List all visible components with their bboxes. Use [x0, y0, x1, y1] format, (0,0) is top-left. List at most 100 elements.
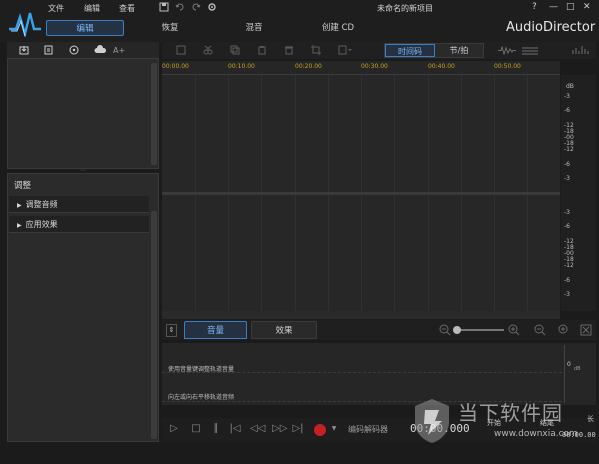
volume-db-value: 0 [567, 361, 571, 368]
insert-dropdown-icon[interactable] [338, 45, 352, 55]
zoom-slider[interactable] [453, 326, 504, 334]
menu-file[interactable]: 文件 [48, 3, 64, 14]
crop-icon[interactable] [311, 45, 321, 55]
paste-icon[interactable] [257, 45, 267, 55]
codec-selector[interactable]: 编码解码器 [348, 424, 388, 435]
zoom-in-icon[interactable] [508, 324, 520, 336]
stop-icon[interactable]: □ [190, 422, 202, 436]
timeline-tick: 00:50.00 [494, 63, 521, 70]
timecode-button[interactable]: 时间码 [385, 44, 435, 57]
timeline-tick: 00:30.00 [361, 63, 388, 70]
timeline-tick: 00:00.00 [162, 63, 189, 70]
font-size-button[interactable]: A+ [113, 46, 125, 55]
db-tick: -3 [564, 93, 570, 100]
help-button[interactable]: ? [532, 2, 537, 12]
adjust-audio-label: 调整音频 [25, 200, 58, 209]
maximize-button[interactable]: □ [566, 2, 575, 12]
tab-volume[interactable]: 音量 [184, 321, 247, 339]
fast-forward-icon[interactable]: ▷▷ [272, 422, 287, 436]
db-tick: -6 [564, 223, 570, 230]
title-bar: 文件 编辑 查看 未命名的新项目 ? — □ ✕ 编辑 恢复 混音 创建 CD … [0, 0, 599, 42]
db-tick: -12 [564, 146, 574, 153]
skip-start-icon[interactable]: |◁ [229, 422, 241, 436]
apply-effects-item[interactable]: ▶ 应用效果 [9, 216, 149, 233]
brand-name: AudioDirector [506, 20, 596, 35]
db-tick: -6 [564, 107, 570, 114]
select-icon[interactable] [176, 45, 186, 55]
volume-row[interactable]: 使用音量键调整轨道音量 [162, 345, 562, 373]
timeline-tick: 00:40.00 [428, 63, 455, 70]
save-icon[interactable] [159, 2, 169, 12]
tab-mix[interactable]: 混音 [234, 20, 274, 36]
delete-icon[interactable] [284, 45, 294, 55]
db-tick: -6 [564, 277, 570, 284]
record-dropdown-icon[interactable]: ▼ [328, 422, 340, 436]
adjust-audio-item[interactable]: ▶ 调整音频 [9, 196, 149, 213]
menu-edit[interactable]: 编辑 [84, 3, 100, 14]
edit-tools [176, 45, 352, 55]
tab-create-cd[interactable]: 创建 CD [314, 20, 362, 36]
watermark-shield-icon [415, 399, 449, 443]
media-library-panel [7, 42, 159, 169]
db-tick: -6 [564, 161, 570, 168]
library-scrollbar[interactable] [151, 63, 157, 165]
quick-toolbar [159, 2, 217, 12]
waveform-view-icon[interactable] [498, 46, 516, 55]
apply-effects-label: 应用效果 [25, 220, 58, 229]
time-format-toggle: 时间码 节/拍 [384, 43, 484, 58]
bars-beats-button[interactable]: 节/拍 [435, 44, 483, 57]
vertical-zoom-in-icon[interactable] [558, 324, 570, 336]
zoom-out-icon[interactable] [439, 324, 451, 336]
library-toolbar: A+ [7, 42, 159, 59]
cut-icon[interactable] [203, 45, 213, 55]
pan-hint: 向左或向右平移轨道音频 [168, 394, 235, 401]
db-scale: dB -3 -6 -12 -18 -00 -18 -12 -6 -3 -3 -6… [561, 75, 596, 311]
import-icon[interactable] [19, 45, 30, 55]
panel-toggle-icon[interactable]: ⇕ [166, 324, 177, 337]
zoom-slider-thumb[interactable] [453, 326, 461, 334]
close-button[interactable]: ✕ [583, 2, 591, 12]
tab-restore[interactable]: 恢复 [150, 20, 190, 36]
db-tick: -12 [564, 262, 574, 269]
adjust-panel: 调整 ▶ 调整音频 ▶ 应用效果 [7, 173, 159, 442]
menu-view[interactable]: 查看 [119, 3, 135, 14]
channel-divider [162, 192, 560, 195]
timeline-ruler[interactable]: 00:00.00 00:10.00 00:20.00 00:30.00 00:4… [162, 61, 560, 75]
watermark: 当下软件园 www.downxia.com [410, 395, 599, 464]
cloud-icon[interactable] [94, 45, 107, 55]
app-logo-icon [9, 12, 41, 37]
settings-icon[interactable] [207, 2, 217, 12]
db-tick: -3 [564, 175, 570, 182]
minimize-button[interactable]: — [549, 2, 558, 12]
project-title: 未命名的新项目 [377, 4, 433, 13]
record-button[interactable] [314, 424, 326, 436]
skip-end-icon[interactable]: ▷| [292, 422, 304, 436]
play-icon[interactable]: ▷ [168, 422, 180, 436]
db-unit-label: dB [566, 83, 574, 90]
pause-icon[interactable]: ∥ [210, 422, 222, 436]
bottom-tab-bar: ⇕ 音量 效果 [162, 320, 596, 340]
tab-edit[interactable]: 编辑 [46, 20, 124, 36]
tab-effects[interactable]: 效果 [251, 321, 317, 339]
edit-file-icon[interactable] [44, 45, 55, 55]
editor-toolbar: 时间码 节/拍 [162, 42, 596, 59]
vertical-zoom-out-icon[interactable] [534, 324, 546, 336]
adjust-scrollbar[interactable] [151, 211, 157, 439]
undo-icon[interactable] [175, 2, 185, 12]
timeline-tick: 00:10.00 [228, 63, 255, 70]
db-tick: -3 [564, 291, 570, 298]
copy-icon[interactable] [230, 45, 240, 55]
watermark-text: 当下软件园 [458, 401, 563, 425]
vu-meter-icon[interactable] [572, 45, 592, 56]
volume-hint: 使用音量键调整轨道音量 [168, 366, 235, 373]
fit-view-icon[interactable] [580, 324, 592, 336]
adjust-header: 调整 [14, 181, 32, 191]
rewind-icon[interactable]: ◁◁ [250, 422, 265, 436]
cd-import-icon[interactable] [69, 45, 80, 55]
db-tick: -3 [564, 209, 570, 216]
timeline-scrollbar[interactable] [162, 311, 560, 319]
timeline-tick: 00:20.00 [295, 63, 322, 70]
expand-arrow-icon: ▶ [17, 202, 22, 209]
spectrum-view-icon[interactable] [522, 46, 538, 55]
redo-icon[interactable] [191, 2, 201, 12]
